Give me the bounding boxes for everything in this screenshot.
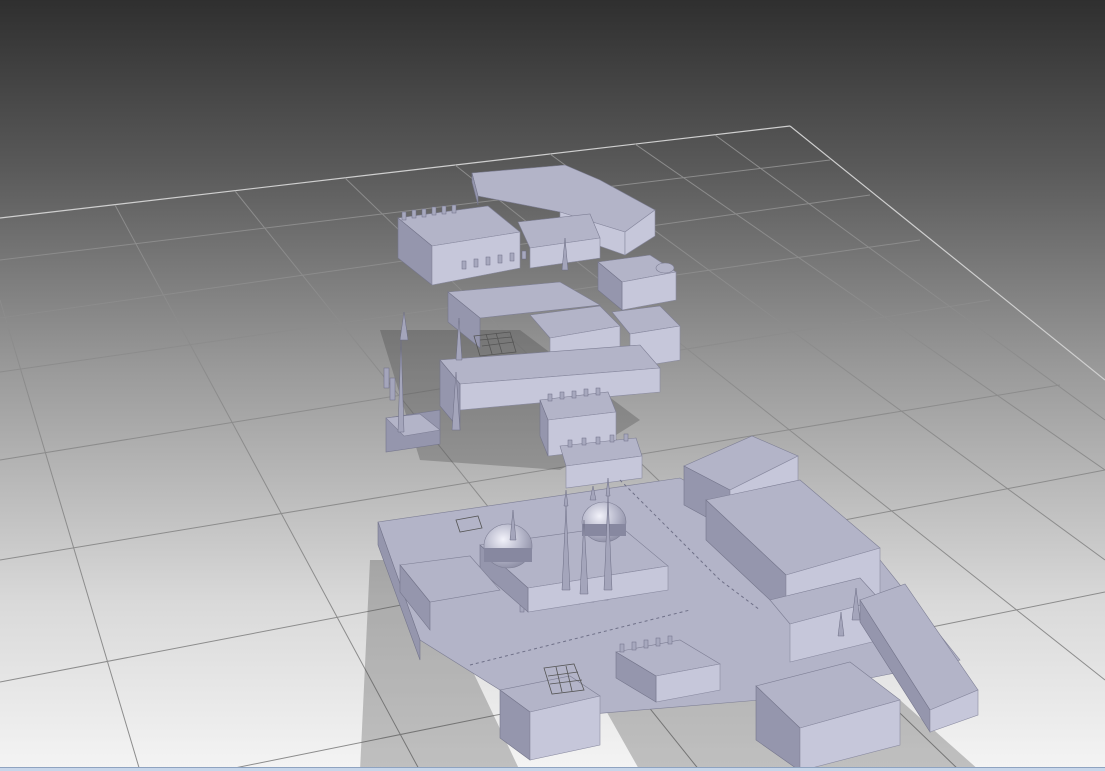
scene-canvas[interactable] [0, 0, 1105, 771]
3d-viewport[interactable] [0, 0, 1105, 771]
viewport-bottom-edge [0, 767, 1105, 771]
